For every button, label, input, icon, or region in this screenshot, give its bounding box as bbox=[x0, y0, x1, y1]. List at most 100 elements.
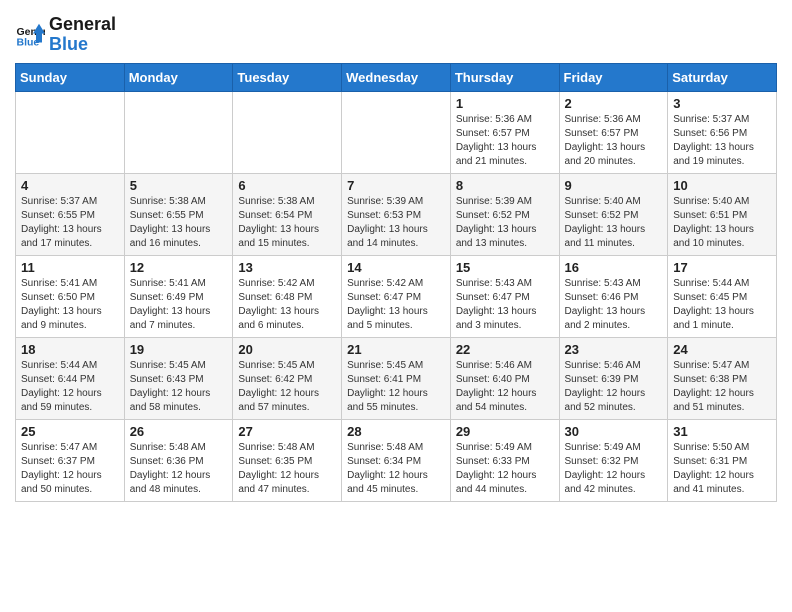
calendar-table: SundayMondayTuesdayWednesdayThursdayFrid… bbox=[15, 63, 777, 502]
header: General Blue General Blue bbox=[15, 15, 777, 55]
day-number: 19 bbox=[130, 342, 228, 357]
day-detail: Sunrise: 5:49 AM Sunset: 6:33 PM Dayligh… bbox=[456, 441, 554, 497]
day-number: 3 bbox=[673, 96, 771, 111]
day-number: 9 bbox=[565, 178, 663, 193]
weekday-header-saturday: Saturday bbox=[668, 63, 777, 91]
weekday-header-tuesday: Tuesday bbox=[233, 63, 342, 91]
day-detail: Sunrise: 5:39 AM Sunset: 6:53 PM Dayligh… bbox=[347, 195, 445, 251]
day-number: 31 bbox=[673, 424, 771, 439]
day-detail: Sunrise: 5:44 AM Sunset: 6:44 PM Dayligh… bbox=[21, 359, 119, 415]
day-number: 24 bbox=[673, 342, 771, 357]
day-detail: Sunrise: 5:48 AM Sunset: 6:34 PM Dayligh… bbox=[347, 441, 445, 497]
day-detail: Sunrise: 5:40 AM Sunset: 6:52 PM Dayligh… bbox=[565, 195, 663, 251]
logo-icon: General Blue bbox=[15, 20, 45, 50]
day-detail: Sunrise: 5:47 AM Sunset: 6:38 PM Dayligh… bbox=[673, 359, 771, 415]
weekday-header-thursday: Thursday bbox=[450, 63, 559, 91]
day-cell bbox=[233, 91, 342, 173]
day-number: 26 bbox=[130, 424, 228, 439]
day-detail: Sunrise: 5:36 AM Sunset: 6:57 PM Dayligh… bbox=[565, 113, 663, 169]
day-cell: 6 Sunrise: 5:38 AM Sunset: 6:54 PM Daylig… bbox=[233, 173, 342, 255]
day-cell: 5 Sunrise: 5:38 AM Sunset: 6:55 PM Daylig… bbox=[124, 173, 233, 255]
day-number: 10 bbox=[673, 178, 771, 193]
day-cell: 19 Sunrise: 5:45 AM Sunset: 6:43 PM Dayli… bbox=[124, 337, 233, 419]
day-detail: Sunrise: 5:37 AM Sunset: 6:56 PM Dayligh… bbox=[673, 113, 771, 169]
day-detail: Sunrise: 5:42 AM Sunset: 6:48 PM Dayligh… bbox=[238, 277, 336, 333]
day-number: 20 bbox=[238, 342, 336, 357]
day-detail: Sunrise: 5:41 AM Sunset: 6:50 PM Dayligh… bbox=[21, 277, 119, 333]
day-number: 4 bbox=[21, 178, 119, 193]
day-cell: 1Sunrise: 5:36 AM Sunset: 6:57 PM Daylig… bbox=[450, 91, 559, 173]
day-number: 8 bbox=[456, 178, 554, 193]
svg-text:Blue: Blue bbox=[17, 36, 40, 48]
day-detail: Sunrise: 5:46 AM Sunset: 6:39 PM Dayligh… bbox=[565, 359, 663, 415]
day-cell bbox=[124, 91, 233, 173]
day-cell: 3 Sunrise: 5:37 AM Sunset: 6:56 PM Daylig… bbox=[668, 91, 777, 173]
day-detail: Sunrise: 5:42 AM Sunset: 6:47 PM Dayligh… bbox=[347, 277, 445, 333]
day-cell: 24 Sunrise: 5:47 AM Sunset: 6:38 PM Dayli… bbox=[668, 337, 777, 419]
day-detail: Sunrise: 5:37 AM Sunset: 6:55 PM Dayligh… bbox=[21, 195, 119, 251]
day-number: 5 bbox=[130, 178, 228, 193]
day-detail: Sunrise: 5:50 AM Sunset: 6:31 PM Dayligh… bbox=[673, 441, 771, 497]
day-cell: 25 Sunrise: 5:47 AM Sunset: 6:37 PM Dayli… bbox=[16, 419, 125, 501]
weekday-header-wednesday: Wednesday bbox=[342, 63, 451, 91]
day-cell: 28 Sunrise: 5:48 AM Sunset: 6:34 PM Dayli… bbox=[342, 419, 451, 501]
day-detail: Sunrise: 5:46 AM Sunset: 6:40 PM Dayligh… bbox=[456, 359, 554, 415]
week-row-3: 11 Sunrise: 5:41 AM Sunset: 6:50 PM Dayli… bbox=[16, 255, 777, 337]
day-detail: Sunrise: 5:45 AM Sunset: 6:42 PM Dayligh… bbox=[238, 359, 336, 415]
day-number: 2 bbox=[565, 96, 663, 111]
day-cell: 29 Sunrise: 5:49 AM Sunset: 6:33 PM Dayli… bbox=[450, 419, 559, 501]
day-cell: 27Sunrise: 5:48 AM Sunset: 6:35 PM Dayli… bbox=[233, 419, 342, 501]
day-number: 25 bbox=[21, 424, 119, 439]
day-number: 14 bbox=[347, 260, 445, 275]
day-detail: Sunrise: 5:48 AM Sunset: 6:36 PM Dayligh… bbox=[130, 441, 228, 497]
week-row-1: 1 Sunrise: 5:36 AM Sunset: 6:57 PM Daylig… bbox=[16, 91, 777, 173]
day-cell: 10 Sunrise: 5:40 AM Sunset: 6:51 PM Dayli… bbox=[668, 173, 777, 255]
day-number: 15 bbox=[456, 260, 554, 275]
day-number: 7 bbox=[347, 178, 445, 193]
week-row-2: 4 Sunrise: 5:37 AM Sunset: 6:55 PM Daylig… bbox=[16, 173, 777, 255]
day-cell: 8 Sunrise: 5:39 AM Sunset: 6:52 PM Daylig… bbox=[450, 173, 559, 255]
day-number: 30 bbox=[565, 424, 663, 439]
day-cell: 21Sunrise: 5:45 AM Sunset: 6:41 PM Dayli… bbox=[342, 337, 451, 419]
day-cell: 17 Sunrise: 5:44 AM Sunset: 6:45 PM Dayli… bbox=[668, 255, 777, 337]
day-number: 13 bbox=[238, 260, 336, 275]
day-cell: 4 Sunrise: 5:37 AM Sunset: 6:55 PM Daylig… bbox=[16, 173, 125, 255]
day-cell: 13 Sunrise: 5:42 AM Sunset: 6:48 PM Dayli… bbox=[233, 255, 342, 337]
logo: General Blue General Blue bbox=[15, 15, 116, 55]
day-detail: Sunrise: 5:49 AM Sunset: 6:32 PM Dayligh… bbox=[565, 441, 663, 497]
day-detail: Sunrise: 5:44 AM Sunset: 6:45 PM Dayligh… bbox=[673, 277, 771, 333]
day-detail: Sunrise: 5:38 AM Sunset: 6:54 PM Dayligh… bbox=[238, 195, 336, 251]
day-cell: 7 Sunrise: 5:39 AM Sunset: 6:53 PM Daylig… bbox=[342, 173, 451, 255]
day-number: 1 bbox=[456, 96, 554, 111]
day-cell: 18 Sunrise: 5:44 AM Sunset: 6:44 PM Dayli… bbox=[16, 337, 125, 419]
weekday-header-sunday: Sunday bbox=[16, 63, 125, 91]
day-number: 18 bbox=[21, 342, 119, 357]
day-cell: 12Sunrise: 5:41 AM Sunset: 6:49 PM Dayli… bbox=[124, 255, 233, 337]
week-row-5: 25 Sunrise: 5:47 AM Sunset: 6:37 PM Dayli… bbox=[16, 419, 777, 501]
day-cell: 31 Sunrise: 5:50 AM Sunset: 6:31 PM Dayli… bbox=[668, 419, 777, 501]
day-number: 22 bbox=[456, 342, 554, 357]
day-detail: Sunrise: 5:43 AM Sunset: 6:47 PM Dayligh… bbox=[456, 277, 554, 333]
day-number: 29 bbox=[456, 424, 554, 439]
day-cell: 30 Sunrise: 5:49 AM Sunset: 6:32 PM Dayli… bbox=[559, 419, 668, 501]
day-detail: Sunrise: 5:39 AM Sunset: 6:52 PM Dayligh… bbox=[456, 195, 554, 251]
day-number: 23 bbox=[565, 342, 663, 357]
day-number: 28 bbox=[347, 424, 445, 439]
day-cell: 11 Sunrise: 5:41 AM Sunset: 6:50 PM Dayli… bbox=[16, 255, 125, 337]
day-number: 27 bbox=[238, 424, 336, 439]
day-number: 21 bbox=[347, 342, 445, 357]
day-cell: 9 Sunrise: 5:40 AM Sunset: 6:52 PM Daylig… bbox=[559, 173, 668, 255]
day-number: 17 bbox=[673, 260, 771, 275]
day-detail: Sunrise: 5:40 AM Sunset: 6:51 PM Dayligh… bbox=[673, 195, 771, 251]
day-cell: 22 Sunrise: 5:46 AM Sunset: 6:40 PM Dayli… bbox=[450, 337, 559, 419]
day-number: 11 bbox=[21, 260, 119, 275]
day-cell: 2 Sunrise: 5:36 AM Sunset: 6:57 PM Daylig… bbox=[559, 91, 668, 173]
weekday-header-friday: Friday bbox=[559, 63, 668, 91]
day-cell: 20 Sunrise: 5:45 AM Sunset: 6:42 PM Dayli… bbox=[233, 337, 342, 419]
day-number: 6 bbox=[238, 178, 336, 193]
day-detail: Sunrise: 5:47 AM Sunset: 6:37 PM Dayligh… bbox=[21, 441, 119, 497]
day-detail: Sunrise: 5:38 AM Sunset: 6:55 PM Dayligh… bbox=[130, 195, 228, 251]
week-row-4: 18 Sunrise: 5:44 AM Sunset: 6:44 PM Dayli… bbox=[16, 337, 777, 419]
day-detail: Sunrise: 5:43 AM Sunset: 6:46 PM Dayligh… bbox=[565, 277, 663, 333]
day-detail: Sunrise: 5:45 AM Sunset: 6:43 PM Dayligh… bbox=[130, 359, 228, 415]
